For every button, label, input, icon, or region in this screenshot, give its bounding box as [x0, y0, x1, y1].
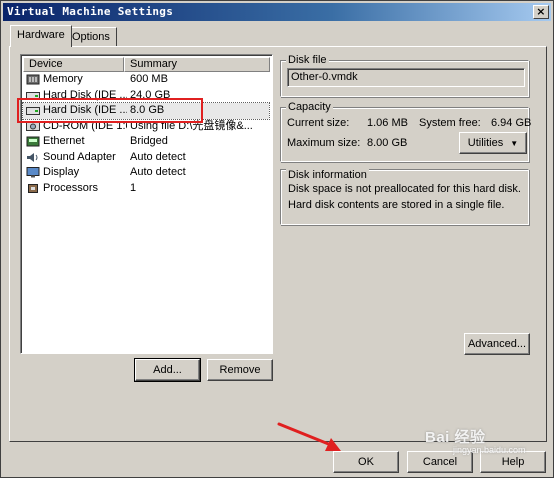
device-summary: 600 MB [130, 73, 168, 85]
device-row-sound[interactable]: Sound Adapter Auto detect [23, 150, 269, 166]
disk-info-line-1: Disk space is not preallocated for this … [288, 183, 521, 195]
advanced-button[interactable]: Advanced... [464, 333, 530, 355]
device-name: Ethernet [43, 135, 85, 147]
title-bar[interactable]: Virtual Machine Settings × [3, 3, 551, 21]
device-summary: 1 [130, 181, 137, 194]
dropdown-arrow-icon: ▼ [510, 139, 519, 148]
disk-file-label: Disk file [286, 54, 329, 66]
utilities-button[interactable]: Utilities ▼ [459, 132, 527, 154]
window-title: Virtual Machine Settings [7, 5, 174, 18]
close-button[interactable]: × [533, 5, 549, 19]
column-header-summary[interactable]: Summary [124, 57, 270, 72]
disk-info-line-2: Hard disk contents are stored in a singl… [288, 199, 505, 211]
capacity-label: Capacity [286, 101, 333, 113]
current-size-value: 1.06 MB [367, 117, 408, 129]
baidu-watermark-url: jingyan.baidu.com [453, 445, 526, 455]
device-row-processors[interactable]: Processors 1 [23, 181, 269, 197]
system-free-value: 6.94 GB [491, 117, 532, 129]
device-name: Processors [43, 181, 99, 194]
baidu-watermark: Bai 经验 [425, 429, 486, 446]
device-name: Display [43, 166, 80, 178]
add-button[interactable]: Add... [134, 358, 201, 382]
sound-icon [27, 152, 38, 162]
column-header-device[interactable]: Device [23, 57, 124, 72]
disk-file-field[interactable]: Other-0.vmdk [287, 68, 525, 87]
disk-info-label: Disk information [286, 169, 369, 181]
max-size-label: Maximum size: [287, 137, 361, 149]
tab-hardware[interactable]: Hardware [10, 25, 72, 47]
display-icon [26, 167, 40, 178]
system-free-label: System free: [419, 117, 481, 129]
remove-button[interactable]: Remove [207, 359, 273, 381]
device-name: Memory [43, 73, 83, 85]
device-row-ethernet[interactable]: Ethernet Bridged [23, 134, 269, 150]
current-size-label: Current size: [287, 117, 350, 129]
utilities-label: Utilities [467, 137, 504, 149]
memory-icon [26, 74, 40, 85]
device-summary: Auto detect [130, 166, 186, 178]
red-arrow-icon [277, 422, 341, 451]
device-name: Sound Adapter [43, 150, 116, 163]
device-summary: Bridged [130, 135, 168, 147]
tab-options[interactable]: Options [65, 27, 117, 47]
ethernet-icon [26, 136, 40, 147]
processor-icon [28, 183, 38, 193]
device-row-memory[interactable]: Memory 600 MB [23, 72, 269, 88]
settings-window: Virtual Machine Settings × Hardware Opti… [0, 0, 554, 478]
highlight-box [17, 98, 203, 123]
max-size-value: 8.00 GB [367, 137, 408, 149]
device-row-display[interactable]: Display Auto detect [23, 165, 269, 181]
device-summary: Auto detect [130, 150, 186, 163]
